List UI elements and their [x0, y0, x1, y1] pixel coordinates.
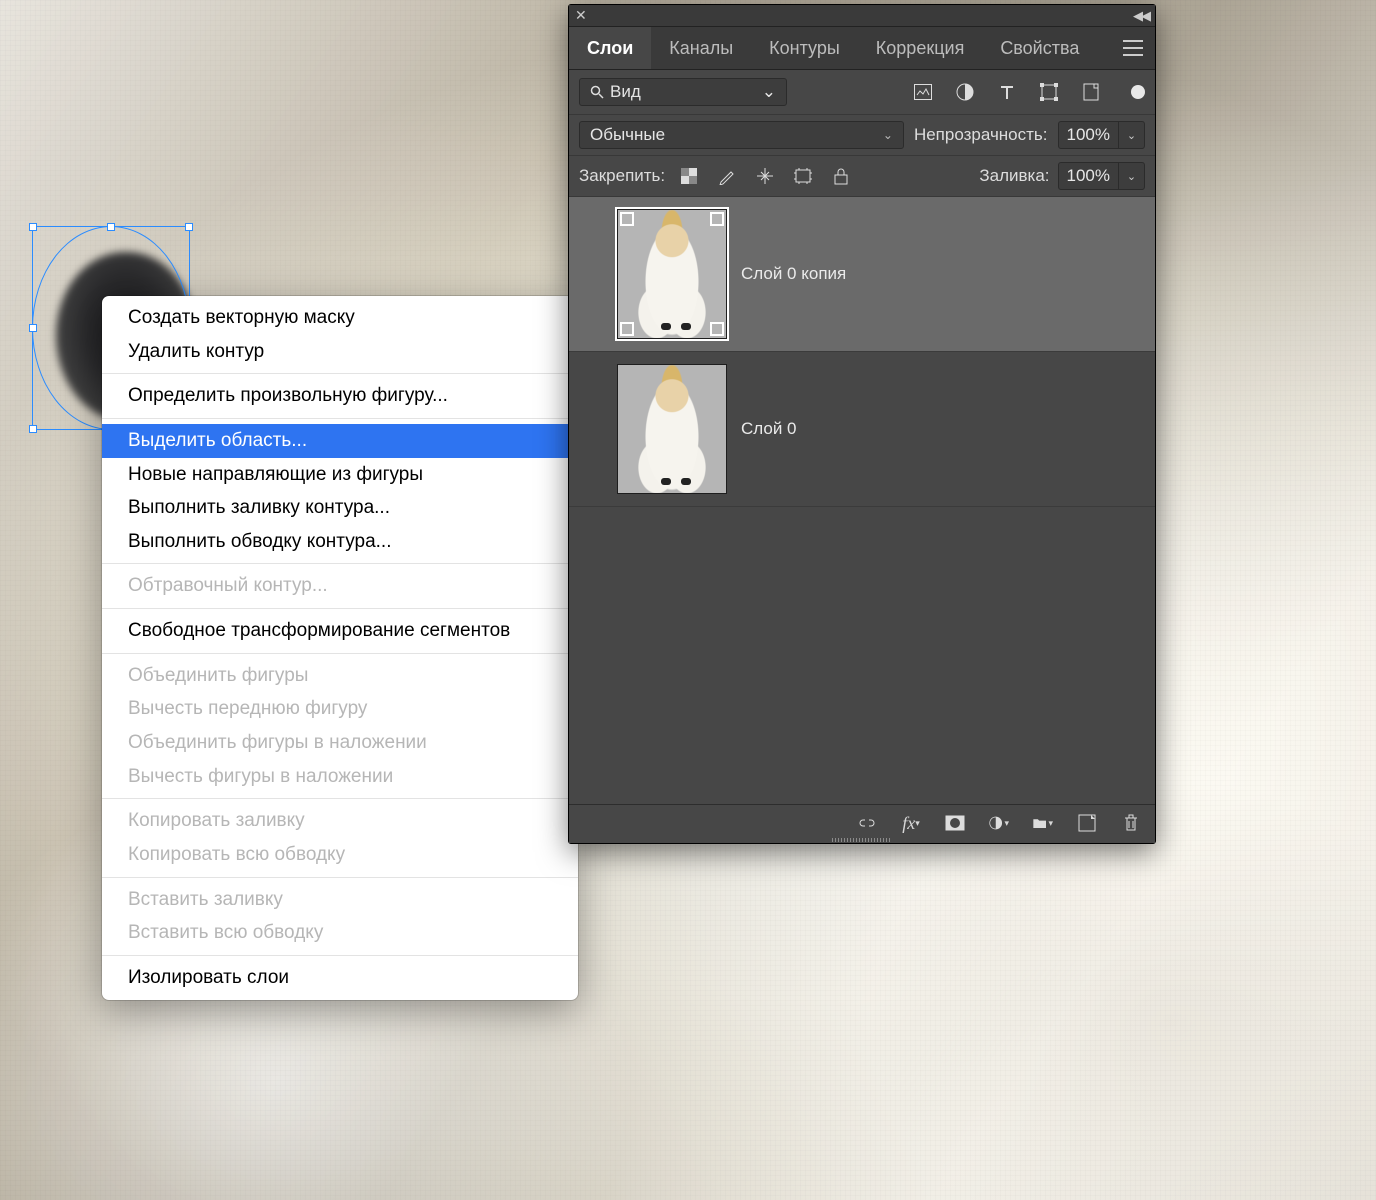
menu-separator [102, 798, 578, 799]
layers-list: Слой 0 копия Слой 0 [569, 197, 1155, 804]
chevron-down-icon: ⌄ [883, 128, 893, 142]
context-menu-item[interactable]: Выполнить заливку контура... [102, 491, 578, 525]
context-menu-item: Объединить фигуры в наложении [102, 726, 578, 760]
lock-fill-row: Закрепить: Заливка: 100% ⌄ [569, 156, 1155, 197]
transform-handle[interactable] [29, 223, 37, 231]
lock-position-icon[interactable] [755, 166, 775, 186]
layer-name-label[interactable]: Слой 0 [741, 419, 797, 439]
chevron-down-icon[interactable]: ⌄ [1118, 122, 1144, 148]
panel-footer: fx ▾ ▾ ▾ [569, 804, 1155, 843]
context-menu: Создать векторную маскуУдалить контур Опр… [102, 296, 578, 1000]
transform-handle[interactable] [29, 324, 37, 332]
opacity-input[interactable]: 100% ⌄ [1058, 121, 1145, 149]
filter-type-icon[interactable] [997, 82, 1017, 102]
tab-1[interactable]: Каналы [651, 27, 751, 69]
menu-separator [102, 563, 578, 564]
menu-separator [102, 418, 578, 419]
close-icon[interactable]: ✕ [575, 7, 587, 24]
context-menu-item: Вставить всю обводку [102, 916, 578, 950]
layer-effects-icon[interactable]: fx ▾ [901, 813, 921, 833]
lock-all-icon[interactable] [831, 166, 851, 186]
context-menu-item: Вычесть фигуры в наложении [102, 760, 578, 794]
blend-mode-value: Обычные [590, 125, 665, 145]
filter-smartobject-icon[interactable] [1081, 82, 1101, 102]
add-mask-icon[interactable] [945, 813, 965, 833]
filter-toggle-switch[interactable] [1131, 85, 1145, 99]
menu-separator [102, 653, 578, 654]
filter-shape-icon[interactable] [1039, 82, 1059, 102]
collapse-icon[interactable]: ◀◀ [1133, 8, 1149, 24]
layers-panel: ✕ ◀◀ СлоиКаналыКонтурыКоррекцияСвойства … [568, 4, 1156, 844]
transform-handle[interactable] [107, 223, 115, 231]
menu-separator [102, 877, 578, 878]
chevron-down-icon: ⌄ [762, 82, 776, 102]
context-menu-item: Обтравочный контур... [102, 569, 578, 603]
opacity-label: Непрозрачность: [914, 125, 1048, 145]
layer-name-label[interactable]: Слой 0 копия [741, 264, 846, 284]
tab-4[interactable]: Свойства [982, 27, 1097, 69]
tab-3[interactable]: Коррекция [858, 27, 983, 69]
transform-handle[interactable] [185, 223, 193, 231]
menu-separator [102, 608, 578, 609]
context-menu-item: Вычесть переднюю фигуру [102, 692, 578, 726]
context-menu-item: Вставить заливку [102, 883, 578, 917]
layer-row[interactable]: Слой 0 копия [569, 197, 1155, 352]
filter-type-dropdown[interactable]: Вид ⌄ [579, 78, 787, 106]
panel-titlebar[interactable]: ✕ ◀◀ [569, 5, 1155, 27]
opacity-value: 100% [1059, 125, 1118, 145]
context-menu-item[interactable]: Новые направляющие из фигуры [102, 458, 578, 492]
lock-pixels-icon[interactable] [717, 166, 737, 186]
fill-input[interactable]: 100% ⌄ [1058, 162, 1145, 190]
context-menu-item[interactable]: Удалить контур [102, 335, 578, 369]
transform-handle[interactable] [29, 425, 37, 433]
filter-type-label: Вид [610, 82, 641, 102]
context-menu-item[interactable]: Изолировать слои [102, 961, 578, 995]
blend-mode-dropdown[interactable]: Обычные ⌄ [579, 121, 904, 149]
resize-handle[interactable] [832, 838, 892, 844]
context-menu-item[interactable]: Создать векторную маску [102, 301, 578, 335]
fill-label: Заливка: [979, 166, 1049, 186]
tab-0[interactable]: Слои [569, 27, 651, 69]
lock-artboard-icon[interactable] [793, 166, 813, 186]
panel-tabs: СлоиКаналыКонтурыКоррекцияСвойства [569, 27, 1155, 70]
layer-thumbnail[interactable] [617, 364, 727, 494]
blend-opacity-row: Обычные ⌄ Непрозрачность: 100% ⌄ [569, 115, 1155, 156]
layer-row[interactable]: Слой 0 [569, 352, 1155, 507]
filter-pixel-icon[interactable] [913, 82, 933, 102]
tab-2[interactable]: Контуры [751, 27, 858, 69]
new-group-icon[interactable]: ▾ [1033, 813, 1053, 833]
context-menu-item[interactable]: Свободное трансформирование сегментов [102, 614, 578, 648]
menu-separator [102, 955, 578, 956]
context-menu-item: Копировать заливку [102, 804, 578, 838]
filter-adjustment-icon[interactable] [955, 82, 975, 102]
lock-transparency-icon[interactable] [679, 166, 699, 186]
new-adjustment-icon[interactable]: ▾ [989, 813, 1009, 833]
fill-value: 100% [1059, 166, 1118, 186]
layer-filter-row: Вид ⌄ [569, 70, 1155, 115]
menu-separator [102, 373, 578, 374]
context-menu-item: Объединить фигуры [102, 659, 578, 693]
context-menu-item[interactable]: Выделить область... [102, 424, 578, 458]
panel-menu-icon[interactable] [1111, 40, 1155, 56]
context-menu-item[interactable]: Определить произвольную фигуру... [102, 379, 578, 413]
search-icon [590, 85, 604, 99]
lock-label: Закрепить: [579, 166, 665, 186]
layer-thumbnail[interactable] [617, 209, 727, 339]
chevron-down-icon[interactable]: ⌄ [1118, 163, 1144, 189]
context-menu-item: Копировать всю обводку [102, 838, 578, 872]
context-menu-item[interactable]: Выполнить обводку контура... [102, 525, 578, 559]
delete-layer-icon[interactable] [1121, 813, 1141, 833]
link-layers-icon[interactable] [857, 813, 877, 833]
new-layer-icon[interactable] [1077, 813, 1097, 833]
